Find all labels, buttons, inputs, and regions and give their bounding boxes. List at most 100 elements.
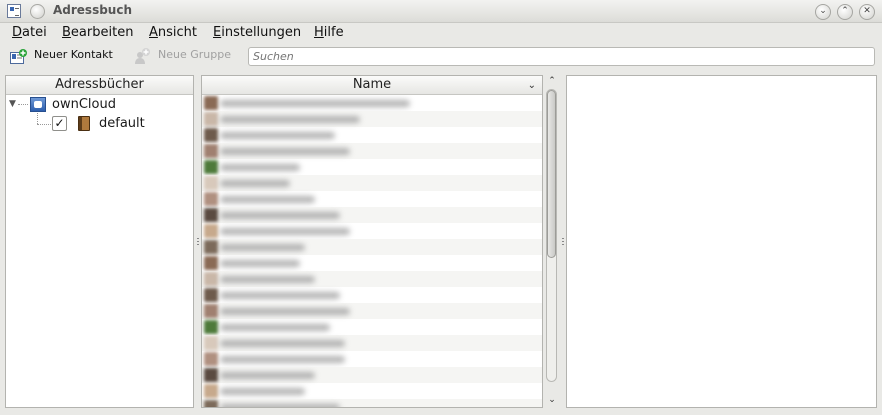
contact-row[interactable] [202,239,542,255]
contact-name-blurred [220,180,290,187]
new-group-icon[interactable] [134,47,152,65]
contact-name-blurred [220,100,410,107]
menu-datei[interactable]: Datei [12,25,47,40]
contact-name-blurred [220,372,315,379]
addressbooks-header[interactable]: Adressbücher [6,76,193,95]
sort-chevron-down-icon[interactable]: ⌄ [528,77,536,95]
minimize-button[interactable]: ⌄ [815,4,831,20]
contact-avatar [204,256,218,270]
contact-avatar [204,320,218,334]
contact-name-blurred [220,164,300,171]
contact-avatar [204,240,218,254]
new-contact-icon[interactable] [10,49,28,65]
contact-avatar [204,160,218,174]
contact-row[interactable] [202,95,542,111]
contact-avatar [204,96,218,110]
name-column-header[interactable]: Name ⌄ [202,76,542,95]
contact-row[interactable] [202,287,542,303]
owncloud-icon [30,97,46,112]
scroll-track[interactable] [546,89,557,382]
contact-rows [202,95,542,407]
window-title: Adressbuch [53,3,133,17]
contact-row[interactable] [202,399,542,407]
contact-list-panel: Name ⌄ [201,75,543,408]
scroll-down-icon[interactable]: ⌄ [545,394,559,406]
menu-hilfe[interactable]: Hilfe [314,25,344,40]
contact-avatar [204,272,218,286]
maximize-button[interactable]: ⌃ [837,4,853,20]
contact-avatar [204,400,218,407]
contact-avatar [204,352,218,366]
contact-row[interactable] [202,367,542,383]
contact-avatar [204,288,218,302]
contact-name-blurred [220,196,315,203]
contact-name-blurred [220,260,300,267]
contact-avatar [204,192,218,206]
contact-avatar [204,336,218,350]
contact-row[interactable] [202,383,542,399]
addressbook-icon [78,116,90,131]
contact-name-blurred [220,404,340,407]
contact-name-blurred [220,212,340,219]
contact-row[interactable] [202,223,542,239]
contact-avatar [204,304,218,318]
contact-avatar [204,384,218,398]
default-checkbox[interactable]: ✓ [52,116,67,131]
contact-name-blurred [220,388,305,395]
contact-name-blurred [220,292,340,299]
contact-avatar [204,144,218,158]
splitter-handle[interactable] [562,238,564,245]
contact-row[interactable] [202,159,542,175]
contact-row[interactable] [202,127,542,143]
tree-connector [18,104,28,105]
on-all-desktops-button[interactable] [30,4,45,19]
contact-row[interactable] [202,255,542,271]
contact-name-blurred [220,356,345,363]
menu-ansicht[interactable]: Ansicht [149,25,197,40]
contact-name-blurred [220,308,350,315]
contact-name-blurred [220,340,345,347]
tree-item-default[interactable]: default [99,116,145,131]
contact-row[interactable] [202,271,542,287]
new-contact-button[interactable]: Neuer Kontakt [34,48,113,61]
menu-bar: Datei Bearbeiten Ansicht Einstellungen H… [0,22,882,44]
splitter-handle[interactable] [197,238,199,245]
contact-row[interactable] [202,191,542,207]
contact-avatar [204,368,218,382]
scroll-thumb[interactable] [547,90,556,258]
search-input[interactable] [248,47,875,66]
scroll-up-icon[interactable]: ⌃ [545,75,559,87]
contact-row[interactable] [202,335,542,351]
menu-bearbeiten[interactable]: Bearbeiten [62,25,133,40]
contact-avatar [204,224,218,238]
contact-row[interactable] [202,207,542,223]
contact-name-blurred [220,276,315,283]
tree-item-owncloud[interactable]: ownCloud [52,97,116,112]
contact-list-scrollbar[interactable]: ⌃ ⌄ [544,75,560,408]
collapse-arrow-icon[interactable]: ▼ [9,99,16,109]
contact-row[interactable] [202,319,542,335]
contact-name-blurred [220,132,335,139]
tree-connector [37,124,51,125]
contact-name-blurred [220,116,360,123]
name-column-label: Name [352,77,392,92]
contact-row[interactable] [202,351,542,367]
contact-detail-panel [566,75,877,408]
contact-name-blurred [220,148,350,155]
contact-row[interactable] [202,111,542,127]
menu-einstellungen[interactable]: Einstellungen [213,25,301,40]
contact-name-blurred [220,244,305,251]
contact-row[interactable] [202,175,542,191]
close-button[interactable]: ✕ [859,4,875,20]
contact-avatar [204,208,218,222]
contact-row[interactable] [202,143,542,159]
new-group-button[interactable]: Neue Gruppe [158,48,231,61]
contact-name-blurred [220,324,330,331]
contact-avatar [204,176,218,190]
addressbook-app-icon[interactable] [7,4,21,18]
contact-row[interactable] [202,303,542,319]
contact-name-blurred [220,228,350,235]
tree-connector [37,113,38,124]
title-bar: Adressbuch ⌄ ⌃ ✕ [0,0,882,23]
contact-avatar [204,128,218,142]
